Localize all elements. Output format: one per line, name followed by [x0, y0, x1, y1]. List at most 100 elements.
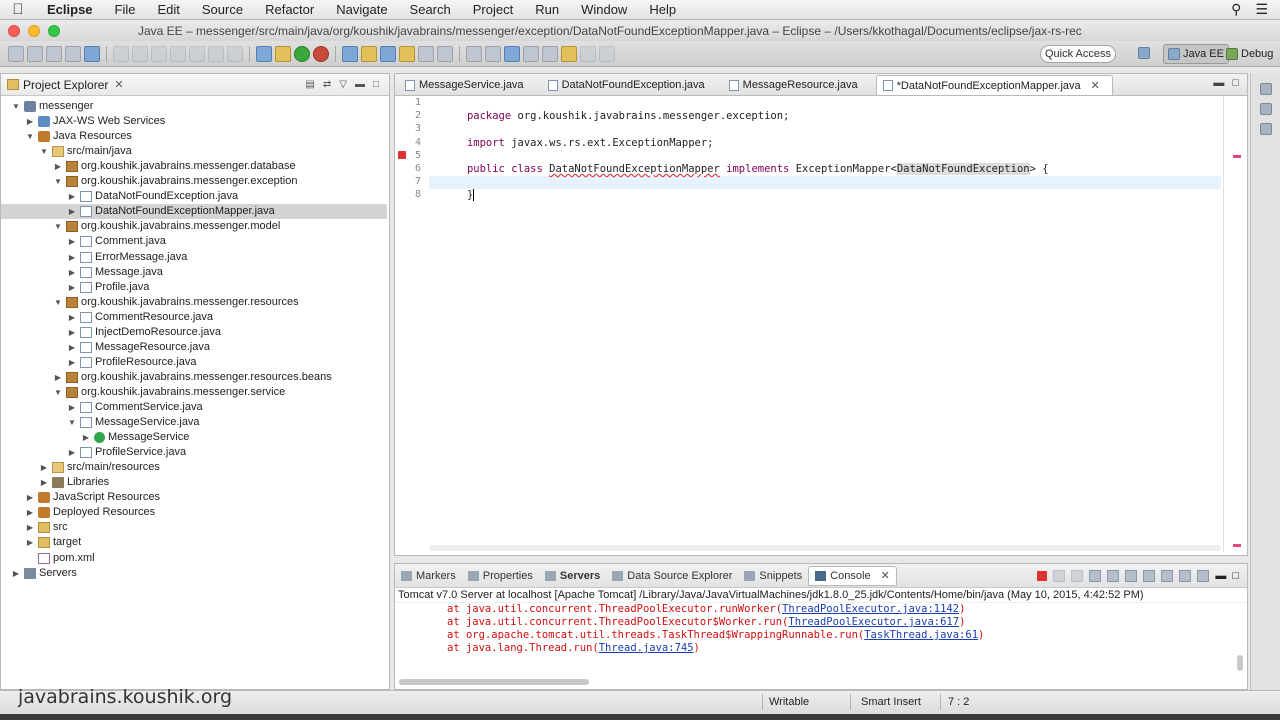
- expanded-chevron-icon[interactable]: ▼: [39, 144, 49, 159]
- expanded-chevron-icon[interactable]: ▼: [25, 129, 35, 144]
- perspective-debug[interactable]: Debug: [1222, 44, 1277, 64]
- menu-source[interactable]: Source: [191, 2, 254, 17]
- tree-item[interactable]: ▶ JavaScript Resources: [1, 490, 387, 505]
- tab-snippets[interactable]: Snippets: [738, 566, 808, 586]
- collapsed-chevron-icon[interactable]: ▶: [67, 265, 77, 280]
- overview-error-summary[interactable]: [1233, 544, 1241, 547]
- zoom-window-button[interactable]: [48, 24, 60, 37]
- project-explorer-title[interactable]: Project Explorer: [23, 78, 108, 92]
- menu-refactor[interactable]: Refactor: [254, 2, 325, 17]
- tree-item[interactable]: ▼ Java Resources: [1, 129, 387, 144]
- editor-tab[interactable]: *DataNotFoundExceptionMapper.java ✕: [875, 75, 1113, 95]
- collapsed-chevron-icon[interactable]: ▶: [25, 490, 35, 505]
- open-perspective-icon[interactable]: [1138, 47, 1150, 59]
- collapsed-chevron-icon[interactable]: ▶: [67, 325, 77, 340]
- tree-item[interactable]: ▶ DataNotFoundException.java: [1, 189, 387, 204]
- expanded-chevron-icon[interactable]: ▼: [53, 385, 63, 400]
- collapsed-chevron-icon[interactable]: ▶: [81, 430, 91, 445]
- editor-tab[interactable]: MessageService.java: [399, 75, 536, 95]
- previous-annotation-icon[interactable]: [542, 45, 558, 62]
- save-all-icon[interactable]: [46, 45, 62, 62]
- new-icon[interactable]: [8, 45, 24, 62]
- menu-search[interactable]: Search: [399, 2, 462, 17]
- editor-tab[interactable]: DataNotFoundException.java: [542, 75, 717, 95]
- new-java-project-icon[interactable]: [342, 45, 358, 62]
- show-whitespace-icon[interactable]: [504, 45, 520, 62]
- collapsed-chevron-icon[interactable]: ▶: [67, 250, 77, 265]
- menu-edit[interactable]: Edit: [146, 2, 190, 17]
- stacktrace-link[interactable]: Thread.java:745: [599, 642, 694, 654]
- collapsed-chevron-icon[interactable]: ▶: [25, 535, 35, 550]
- tree-item[interactable]: ▶ Servers: [1, 566, 387, 581]
- expanded-chevron-icon[interactable]: ▼: [67, 415, 77, 430]
- collapsed-chevron-icon[interactable]: ▶: [67, 310, 77, 325]
- save-icon[interactable]: [27, 45, 43, 62]
- maximize-icon[interactable]: □: [1232, 570, 1239, 582]
- menu-window[interactable]: Window: [570, 2, 638, 17]
- external-tools-icon[interactable]: [313, 45, 329, 62]
- stacktrace-link[interactable]: ThreadPoolExecutor.java:617: [788, 616, 959, 628]
- collapsed-chevron-icon[interactable]: ▶: [25, 114, 35, 129]
- terminate-icon[interactable]: [151, 45, 167, 62]
- resume-icon[interactable]: [113, 45, 129, 62]
- open-type-icon[interactable]: [399, 45, 415, 62]
- restore-icon[interactable]: [1260, 83, 1272, 95]
- step-over-icon[interactable]: [208, 45, 224, 62]
- step-return-icon[interactable]: [227, 45, 243, 62]
- tree-item[interactable]: ▼ MessageService.java: [1, 415, 387, 430]
- menu-help[interactable]: Help: [638, 2, 687, 17]
- tree-item[interactable]: ▶ InjectDemoResource.java: [1, 325, 387, 340]
- tree-item[interactable]: ▶ MessageResource.java: [1, 340, 387, 355]
- tree-item[interactable]: ▶ Profile.java: [1, 280, 387, 295]
- tab-properties[interactable]: Properties: [462, 566, 539, 586]
- tab-console[interactable]: Console ✕: [808, 565, 897, 586]
- tree-item[interactable]: ▼ org.koushik.javabrains.messenger.servic…: [1, 385, 387, 400]
- collapsed-chevron-icon[interactable]: ▶: [67, 340, 77, 355]
- tree-item[interactable]: ▶ src: [1, 520, 387, 535]
- collapsed-chevron-icon[interactable]: ▶: [53, 370, 63, 385]
- perspective-javaee[interactable]: Java EE: [1163, 44, 1229, 64]
- tree-item[interactable]: ▼ org.koushik.javabrains.messenger.except…: [1, 174, 387, 189]
- terminate-icon[interactable]: [1037, 570, 1048, 581]
- tree-item[interactable]: pom.xml: [1, 551, 387, 566]
- console-output[interactable]: at java.util.concurrent.ThreadPoolExecut…: [395, 603, 1247, 667]
- quick-access-field[interactable]: Quick Access: [1040, 45, 1116, 63]
- minimize-window-button[interactable]: [28, 24, 40, 37]
- toggle-mark-icon[interactable]: [466, 45, 482, 62]
- tree-item[interactable]: ▶ MessageService: [1, 430, 387, 445]
- new-class-icon[interactable]: [380, 45, 396, 62]
- collapsed-chevron-icon[interactable]: ▶: [11, 566, 21, 581]
- apple-icon[interactable]: : [0, 1, 36, 18]
- overview-error-marker[interactable]: [1233, 155, 1241, 158]
- tree-item[interactable]: ▶ org.koushik.javabrains.messenger.resour…: [1, 370, 387, 385]
- tree-item[interactable]: ▼ messenger: [1, 99, 387, 114]
- back-icon[interactable]: [580, 45, 596, 62]
- tree-item[interactable]: ▶ CommentService.java: [1, 400, 387, 415]
- console-vertical-scrollbar[interactable]: [1237, 655, 1243, 671]
- collapsed-chevron-icon[interactable]: ▶: [39, 475, 49, 490]
- collapsed-chevron-icon[interactable]: ▶: [67, 204, 77, 219]
- tree-item[interactable]: ▶ ProfileService.java: [1, 445, 387, 460]
- tree-item[interactable]: ▶ Comment.java: [1, 234, 387, 249]
- view-menu-icon[interactable]: ▽: [339, 79, 347, 90]
- toggle-block-icon[interactable]: [485, 45, 501, 62]
- collapsed-chevron-icon[interactable]: ▶: [39, 460, 49, 475]
- tree-item[interactable]: ▶ src/main/resources: [1, 460, 387, 475]
- tree-item[interactable]: ▶ Libraries: [1, 475, 387, 490]
- tab-markers[interactable]: Markers: [395, 566, 462, 586]
- open-console-icon[interactable]: [1197, 569, 1210, 582]
- minimize-icon[interactable]: ▬: [1213, 77, 1224, 89]
- link-with-editor-icon[interactable]: ⇄: [323, 79, 331, 90]
- server-icon[interactable]: [256, 45, 272, 62]
- outline-view-icon[interactable]: [1260, 103, 1272, 115]
- tree-item[interactable]: ▼ org.koushik.javabrains.messenger.resour…: [1, 295, 387, 310]
- spotlight-search-icon[interactable]: ⚲: [1231, 1, 1241, 18]
- error-marker-icon[interactable]: [398, 151, 406, 159]
- menu-navigate[interactable]: Navigate: [325, 2, 398, 17]
- tree-item[interactable]: ▶ org.koushik.javabrains.messenger.databa…: [1, 159, 387, 174]
- tree-item[interactable]: ▼ src/main/java: [1, 144, 387, 159]
- search-toolbar-icon[interactable]: [437, 45, 453, 62]
- tree-item[interactable]: ▶ DataNotFoundExceptionMapper.java: [1, 204, 387, 220]
- collapsed-chevron-icon[interactable]: ▶: [67, 280, 77, 295]
- minimize-icon[interactable]: ▬: [355, 79, 365, 90]
